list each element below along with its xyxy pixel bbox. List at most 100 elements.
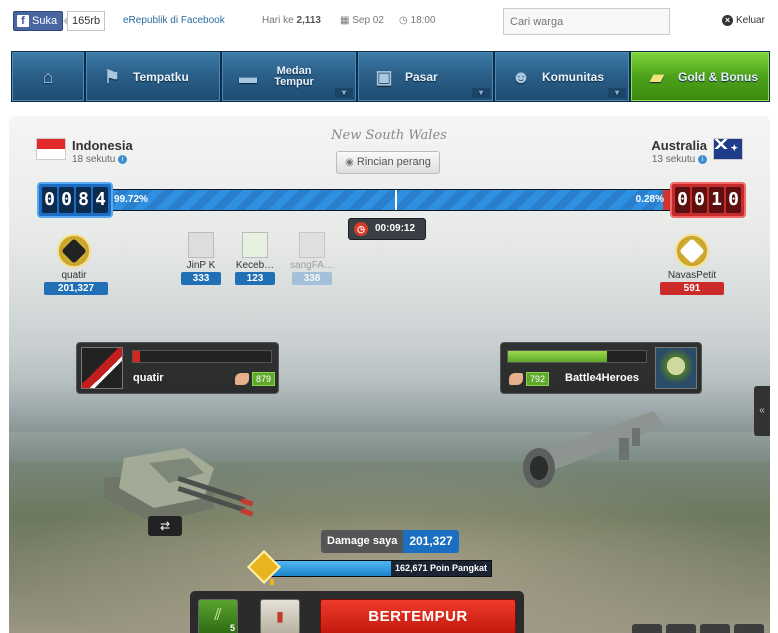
logout-link[interactable]: × Keluar xyxy=(722,15,765,26)
health-fill xyxy=(133,351,140,362)
battle-timer: ◷ 00:09:12 xyxy=(348,218,426,240)
chevron-down-icon[interactable]: ▾ xyxy=(608,88,626,98)
top-hero-left[interactable]: quatir 201,327 xyxy=(44,234,108,295)
right-score: 0 0 1 0 xyxy=(670,182,746,218)
left-country-name[interactable]: Indonesia xyxy=(72,138,133,153)
right-percent: 0.28% xyxy=(635,194,664,205)
avatar[interactable] xyxy=(655,347,697,389)
strength-badge: 792 xyxy=(509,371,550,386)
score-digit: 1 xyxy=(709,187,724,213)
hero-damage: 591 xyxy=(660,282,724,295)
nav-label: Medan Tempur xyxy=(274,64,314,88)
domination-bar: 99.72% 0.28% xyxy=(106,189,672,211)
my-damage: Damage saya 201,327 xyxy=(321,530,459,553)
info-icon[interactable]: i xyxy=(698,154,707,164)
home-icon: ⌂ xyxy=(42,66,54,87)
nav-label: Komunitas xyxy=(542,69,605,84)
chevron-down-icon[interactable]: ▾ xyxy=(335,88,353,98)
avatar xyxy=(299,232,325,258)
like-label: Suka xyxy=(32,15,58,27)
indonesia-flag-icon xyxy=(36,138,66,160)
facebook-like-button[interactable]: f Suka xyxy=(13,11,64,31)
toolbar-icon[interactable] xyxy=(700,624,730,633)
score-digit: 8 xyxy=(76,187,91,213)
nav-medan-tempur[interactable]: ▬ Medan Tempur ▾ xyxy=(222,52,356,101)
logout-label: Keluar xyxy=(736,15,765,26)
facebook-icon: f xyxy=(17,15,29,27)
nav-label: Tempatku xyxy=(133,69,189,84)
hero-medal-icon xyxy=(675,234,709,268)
avatar[interactable] xyxy=(81,347,123,389)
nav-home[interactable]: ⌂ xyxy=(12,52,84,101)
avatar xyxy=(188,232,214,258)
info-icon[interactable]: i xyxy=(118,154,128,164)
strength-value: 792 xyxy=(526,371,550,386)
close-icon: × xyxy=(722,15,733,26)
australia-flag-icon xyxy=(713,138,743,160)
fighter-damage: 338 xyxy=(292,272,332,285)
toolbar-icon[interactable] xyxy=(666,624,696,633)
shopping-bag-icon: ▣ xyxy=(375,66,393,87)
clock-icon: ◷ xyxy=(399,15,408,26)
score-digit: 4 xyxy=(93,187,108,213)
calendar-icon: ▦ xyxy=(340,15,350,26)
center-marker xyxy=(395,190,397,210)
hero-name: quatir xyxy=(61,270,87,281)
fight-button[interactable]: BERTEMPUR xyxy=(320,599,516,633)
food-item-button[interactable]: ▮ xyxy=(260,599,300,633)
rank-progress: 162,671 Poin Pangkat xyxy=(247,550,492,585)
fighter-name: Battle4Heroes xyxy=(565,372,639,384)
left-allies[interactable]: 18 sekutu xyxy=(72,154,115,165)
left-country: Indonesia 18 sekutu i xyxy=(36,138,133,165)
right-allies[interactable]: 13 sekutu xyxy=(652,154,695,165)
right-country: Australia 13 sekutu i xyxy=(651,138,743,165)
time-value: 18:00 xyxy=(410,15,436,26)
top-fighter[interactable]: Keceb… 123 xyxy=(233,232,277,285)
tank-icon: ▬ xyxy=(239,66,257,87)
chevron-down-icon[interactable]: ▾ xyxy=(472,88,490,98)
health-bar xyxy=(507,350,647,363)
rank-points: 162,671 Poin Pangkat xyxy=(394,563,487,573)
swap-weapon-button[interactable]: ⇄ xyxy=(148,516,182,536)
nav-tempatku[interactable]: ⚑ Tempatku xyxy=(86,52,220,101)
strength-arm-icon xyxy=(235,372,249,385)
nav-pasar[interactable]: ▣ Pasar ▾ xyxy=(358,52,493,101)
date-value: Sep 02 xyxy=(352,15,384,26)
ammo-item-button[interactable]: ⫽ 5 xyxy=(198,599,238,633)
top-fighter[interactable]: JinP K 333 xyxy=(179,232,223,285)
rank-icon[interactable] xyxy=(247,550,281,584)
toolbar-icon[interactable] xyxy=(632,624,662,633)
top-hero-right[interactable]: NavasPetit 591 xyxy=(659,234,725,295)
toolbar-icon[interactable] xyxy=(734,624,764,633)
game-date: ▦ Sep 02 xyxy=(340,15,384,26)
strength-value: 879 xyxy=(252,371,276,386)
top-fighter[interactable]: sangFA… 338 xyxy=(287,232,337,285)
left-fighter-panel: quatir 879 xyxy=(76,342,279,394)
energy-bar-icon: ▮ xyxy=(276,608,284,624)
nav-komunitas[interactable]: ☻ Komunitas ▾ xyxy=(495,52,629,101)
strength-badge: 879 xyxy=(235,371,276,386)
battle-details-button[interactable]: ◉ Rincian perang xyxy=(336,151,440,174)
health-bar xyxy=(132,350,272,363)
main-nav: ⌂ ⚑ Tempatku ▬ Medan Tempur ▾ ▣ Pasar ▾ ☻ Komu… xyxy=(11,51,770,102)
fighter-name: JinP K xyxy=(186,260,216,271)
battle-region[interactable]: New South Wales xyxy=(289,128,489,143)
score-digit: 0 xyxy=(675,187,690,213)
side-panel-toggle[interactable]: « xyxy=(754,386,770,436)
left-domination-fill xyxy=(107,190,670,210)
strength-arm-icon xyxy=(509,372,523,385)
citizen-search-input[interactable] xyxy=(503,8,670,35)
nav-label: Gold & Bonus xyxy=(678,69,758,84)
rank-pin xyxy=(270,579,274,585)
game-day: Hari ke 2,113 xyxy=(262,15,321,26)
fighter-damage: 123 xyxy=(235,272,275,285)
score-digit: 0 xyxy=(42,187,57,213)
damage-value: 201,327 xyxy=(403,530,459,553)
fighter-name: Keceb… xyxy=(235,260,275,271)
day-number: 2,113 xyxy=(296,15,321,26)
nav-gold-bonus[interactable]: ▰ Gold & Bonus xyxy=(631,52,769,101)
avatar xyxy=(242,232,268,258)
hero-medal-icon xyxy=(57,234,91,268)
erepublik-facebook-link[interactable]: eRepublik di Facebook xyxy=(123,15,225,26)
right-country-name[interactable]: Australia xyxy=(651,138,707,153)
